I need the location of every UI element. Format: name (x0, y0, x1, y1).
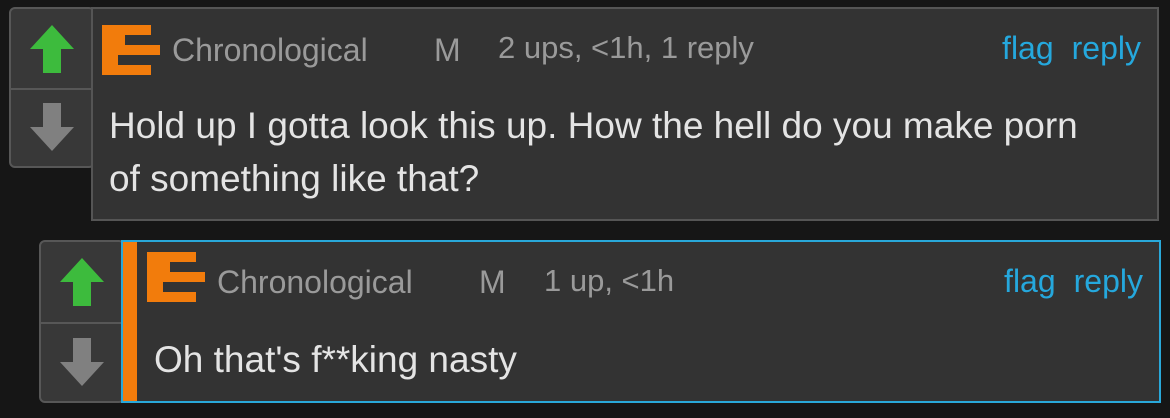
arrow-down-icon (30, 103, 74, 151)
comment-highlighted: Chronological M 1 up, <1h flag reply Oh … (121, 240, 1161, 403)
downvote-button[interactable] (11, 88, 93, 166)
comment-meta: 1 up, <1h (544, 263, 675, 298)
vote-column (39, 240, 125, 403)
reply-button[interactable]: reply (1072, 30, 1141, 67)
arrow-down-icon (60, 337, 104, 386)
reply-button[interactable]: reply (1074, 263, 1143, 300)
upvote-button[interactable] (41, 242, 123, 324)
comment-text: Oh that's f**king nasty (154, 339, 517, 380)
arrow-up-icon (60, 258, 104, 306)
username-link[interactable]: Chronological (217, 264, 413, 301)
comment-text: Hold up I gotta look this up. How the he… (109, 105, 1078, 199)
flag-button[interactable]: flag (1004, 263, 1056, 300)
comment-meta: 2 ups, <1h, 1 reply (498, 30, 754, 65)
gender-label: M (434, 32, 461, 68)
arrow-up-icon (30, 24, 74, 73)
avatar (102, 25, 160, 75)
avatar (147, 252, 205, 302)
flag-button[interactable]: flag (1002, 30, 1054, 67)
vote-column (9, 7, 95, 168)
op-indicator-bar (123, 242, 137, 401)
comment: Chronological M 2 ups, <1h, 1 reply flag… (91, 7, 1159, 221)
username-link[interactable]: Chronological (172, 32, 368, 69)
downvote-button[interactable] (41, 322, 123, 401)
gender-label: M (479, 264, 506, 300)
upvote-button[interactable] (11, 9, 93, 90)
